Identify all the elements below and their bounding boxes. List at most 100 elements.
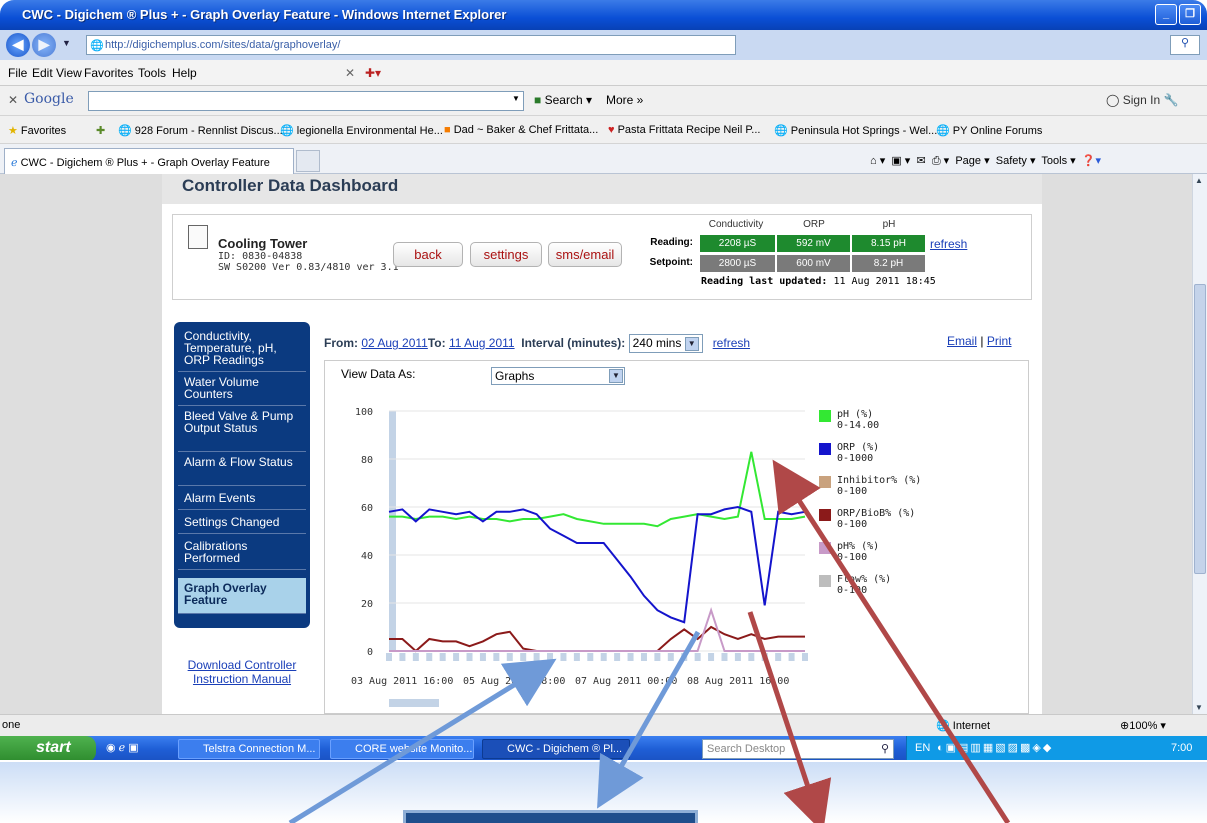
print-link[interactable]: Print xyxy=(987,334,1012,348)
zoom-control[interactable]: ⊕100% ▾ xyxy=(1120,719,1166,732)
close-icon[interactable]: ✕ xyxy=(345,66,355,80)
more-button[interactable]: More » xyxy=(606,93,643,107)
sidebar-item-readings[interactable]: Conductivity, Temperature, pH, ORP Readi… xyxy=(178,330,306,372)
nav-dropdown-icon[interactable]: ▼ xyxy=(62,38,71,48)
menu-help[interactable]: Help xyxy=(172,66,197,80)
sidebar-item-alarm-events[interactable]: Alarm Events xyxy=(178,492,306,510)
menu-file[interactable]: File xyxy=(8,66,27,80)
menu-tools[interactable]: Tools xyxy=(138,66,166,80)
search-icon[interactable]: ⚲ xyxy=(1170,35,1200,55)
sidebar-item-graph-overlay[interactable]: Graph Overlay Feature xyxy=(178,578,306,614)
start-button[interactable]: start xyxy=(0,736,96,760)
sign-in-button[interactable]: ◯ Sign In 🔧 xyxy=(1106,93,1178,107)
legend-item[interactable]: Flow% (%) 0-100 xyxy=(819,574,929,604)
x-tick-mark xyxy=(426,653,433,661)
page-viewport: Controller Data Dashboard Cooling Tower … xyxy=(0,174,1192,714)
vertical-scrollbar[interactable]: ▲ ▼ xyxy=(1192,174,1207,714)
zone-indicator: 🌐 Internet xyxy=(936,719,990,732)
last-updated-label: Reading last updated: xyxy=(701,276,828,287)
conductivity-setpoint: 2800 µS xyxy=(700,255,775,272)
legend-range: 0-14.00 xyxy=(837,420,880,431)
favorite-item[interactable]: ■ Dad ~ Baker & Chef Frittata... xyxy=(444,124,598,136)
sidebar-item-settings-changed[interactable]: Settings Changed xyxy=(178,516,306,534)
favorite-label: Pasta Frittata Recipe Neil P... xyxy=(617,124,761,136)
desktop-search-input[interactable]: Search Desktop ⚲ xyxy=(702,739,894,759)
legend-item[interactable]: ORP (%) 0-1000 xyxy=(819,442,929,472)
tray-icons[interactable]: ◐▣▤▥▦▧▨▩◈◆ xyxy=(937,741,1053,754)
favorite-item[interactable]: ♥ Pasta Frittata Recipe Neil P... xyxy=(608,124,760,136)
chevron-down-icon[interactable]: ▼ xyxy=(512,94,520,103)
graph-panel: View Data As: Graphs ▼ 0 20 40 60 80 100 03 Au… xyxy=(324,360,1029,714)
mail-icon[interactable]: ✉ xyxy=(916,155,925,167)
from-date-link[interactable]: 02 Aug 2011 xyxy=(361,336,428,350)
language-indicator[interactable]: EN xyxy=(915,742,930,754)
taskbar-item[interactable]: Telstra Connection M... xyxy=(178,739,320,759)
add-favorite-icon[interactable]: ✚ xyxy=(96,124,105,137)
menu-favorites[interactable]: Favorites xyxy=(84,66,133,80)
back-button[interactable]: back xyxy=(393,242,463,267)
minimize-button[interactable]: _ xyxy=(1155,4,1177,25)
download-manual-link[interactable]: Download Controller Instruction Manual xyxy=(174,658,310,686)
x-tick-mark xyxy=(439,653,446,661)
google-search-input[interactable] xyxy=(88,91,524,111)
legend-item[interactable]: ORP/BioB% (%) 0-100 xyxy=(819,508,929,538)
restore-button[interactable]: ❐ xyxy=(1179,4,1201,25)
email-link[interactable]: Email xyxy=(947,334,977,348)
edit-icon[interactable] xyxy=(188,225,208,249)
url-field[interactable]: 🌐 http://digichemplus.com/sites/data/gra… xyxy=(86,35,736,55)
annotation-callout-box xyxy=(403,810,698,823)
back-nav-icon[interactable]: ◀ xyxy=(6,33,30,57)
interval-value: 240 mins xyxy=(632,336,682,350)
sidebar-item-alarm-flow[interactable]: Alarm & Flow Status xyxy=(178,456,306,486)
search-icon: ⚲ xyxy=(880,743,889,755)
feeds-icon[interactable]: ▣ ▾ xyxy=(891,155,910,167)
scroll-up-icon[interactable]: ▲ xyxy=(1195,176,1203,185)
safety-menu[interactable]: Safety ▾ xyxy=(996,155,1036,167)
sidebar-item-calibrations[interactable]: Calibrations Performed xyxy=(178,540,306,570)
menu-view[interactable]: View xyxy=(56,66,82,80)
home-icon[interactable]: ⌂ ▾ xyxy=(870,155,885,167)
taskbar-item-active[interactable]: CWC - Digichem ® Pl... xyxy=(482,739,630,759)
scroll-down-icon[interactable]: ▼ xyxy=(1195,703,1203,712)
reading-refresh-link[interactable]: refresh xyxy=(930,237,967,251)
help-icon[interactable]: ❓▾ xyxy=(1082,155,1101,167)
favorites-button[interactable]: ★ Favorites xyxy=(8,124,66,137)
x-tick-mark xyxy=(587,653,594,661)
addon-icon[interactable]: ✚▾ xyxy=(365,66,381,80)
window-controls: _ ❐ xyxy=(1155,4,1201,25)
google-search-button[interactable]: ■ Search ▾ xyxy=(534,93,592,107)
to-date-link[interactable]: 11 Aug 2011 xyxy=(449,336,515,350)
settings-button[interactable]: settings xyxy=(470,242,542,267)
ie-page-icon: 🌐 xyxy=(90,40,104,52)
favorite-item[interactable]: 🌐 Peninsula Hot Springs - Wel... xyxy=(774,124,937,137)
tab-graph-overlay[interactable]: ℯ CWC - Digichem ® Plus + - Graph Overla… xyxy=(4,148,294,174)
print-icon[interactable]: ⎙ ▾ xyxy=(932,155,949,167)
close-toolbar-icon[interactable]: ✕ xyxy=(8,93,18,107)
legend-label: Inhibitor% (%) xyxy=(837,475,922,486)
legend-item[interactable]: pH (%) 0-14.00 xyxy=(819,409,929,439)
forward-nav-icon[interactable]: ▶ xyxy=(32,33,56,57)
sidebar-item-bleed-valve[interactable]: Bleed Valve & Pump Output Status xyxy=(178,410,306,452)
scroll-thumb[interactable] xyxy=(1194,284,1206,574)
interval-select[interactable]: 240 mins ▼ xyxy=(628,334,703,353)
tools-menu[interactable]: Tools ▾ xyxy=(1041,155,1075,167)
sms-email-button[interactable]: sms/email xyxy=(548,242,622,267)
command-bar: ⌂ ▾ ▣ ▾ ✉ ⎙ ▾ Page ▾ Safety ▾ Tools ▾ ❓▾ xyxy=(870,154,1101,168)
legend-item[interactable]: pH% (%) 0-100 xyxy=(819,541,929,571)
graph-refresh-link[interactable]: refresh xyxy=(713,336,750,350)
new-tab-button[interactable] xyxy=(296,150,320,172)
favorite-item[interactable]: 🌐 PY Online Forums xyxy=(936,124,1042,137)
last-updated: Reading last updated: 11 Aug 2011 18:45 xyxy=(701,276,936,287)
sidebar-item-water-volume[interactable]: Water Volume Counters xyxy=(178,376,306,406)
favorite-item[interactable]: 🌐 legionella Environmental He... xyxy=(280,124,443,137)
menu-edit[interactable]: Edit xyxy=(32,66,53,80)
legend-swatch xyxy=(819,575,831,587)
page-header: Controller Data Dashboard xyxy=(162,174,1042,204)
favorite-item[interactable]: 🌐 928 Forum - Rennlist Discus... xyxy=(118,124,283,137)
page-menu[interactable]: Page ▾ xyxy=(955,155,989,167)
legend-item[interactable]: Inhibitor% (%) 0-100 xyxy=(819,475,929,505)
x-tick-mark xyxy=(399,653,406,661)
quick-launch-icons[interactable]: ◉ ℯ ▣ xyxy=(106,741,139,754)
taskbar-item[interactable]: CORE website Monito... xyxy=(330,739,474,759)
tab-label: CWC - Digichem ® Plus + - Graph Overlay … xyxy=(20,157,270,169)
